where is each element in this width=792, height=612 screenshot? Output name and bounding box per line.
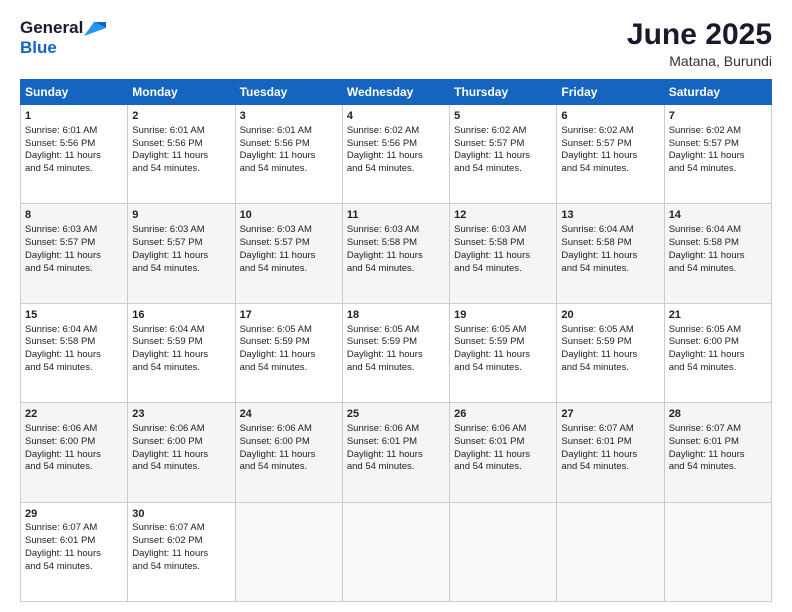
- page: General Blue June 2025 Matana, Burundi S…: [0, 0, 792, 612]
- calendar-cell: 29Sunrise: 6:07 AMSunset: 6:01 PMDayligh…: [21, 502, 128, 601]
- calendar-row-5: 29Sunrise: 6:07 AMSunset: 6:01 PMDayligh…: [21, 502, 772, 601]
- calendar-cell: 22Sunrise: 6:06 AMSunset: 6:00 PMDayligh…: [21, 403, 128, 502]
- calendar-cell: 9Sunrise: 6:03 AMSunset: 5:57 PMDaylight…: [128, 204, 235, 303]
- day-number: 23: [132, 407, 230, 422]
- calendar-row-1: 1Sunrise: 6:01 AMSunset: 5:56 PMDaylight…: [21, 105, 772, 204]
- calendar-cell: 26Sunrise: 6:06 AMSunset: 6:01 PMDayligh…: [450, 403, 557, 502]
- location-subtitle: Matana, Burundi: [627, 53, 772, 69]
- day-number: 11: [347, 208, 445, 223]
- calendar-cell: 7Sunrise: 6:02 AMSunset: 5:57 PMDaylight…: [664, 105, 771, 204]
- day-number: 7: [669, 109, 767, 124]
- title-block: June 2025 Matana, Burundi: [627, 18, 772, 69]
- day-number: 4: [347, 109, 445, 124]
- calendar-cell: 5Sunrise: 6:02 AMSunset: 5:57 PMDaylight…: [450, 105, 557, 204]
- calendar-table: SundayMondayTuesdayWednesdayThursdayFrid…: [20, 79, 772, 602]
- day-number: 27: [561, 407, 659, 422]
- day-number: 9: [132, 208, 230, 223]
- calendar-cell: [557, 502, 664, 601]
- calendar-cell: 14Sunrise: 6:04 AMSunset: 5:58 PMDayligh…: [664, 204, 771, 303]
- weekday-header-monday: Monday: [128, 80, 235, 105]
- calendar-cell: 1Sunrise: 6:01 AMSunset: 5:56 PMDaylight…: [21, 105, 128, 204]
- logo: General Blue: [20, 18, 106, 58]
- day-number: 17: [240, 308, 338, 323]
- header: General Blue June 2025 Matana, Burundi: [20, 18, 772, 69]
- weekday-header-sunday: Sunday: [21, 80, 128, 105]
- day-number: 19: [454, 308, 552, 323]
- day-number: 13: [561, 208, 659, 223]
- calendar-cell: 10Sunrise: 6:03 AMSunset: 5:57 PMDayligh…: [235, 204, 342, 303]
- day-number: 3: [240, 109, 338, 124]
- day-number: 29: [25, 507, 123, 522]
- calendar-cell: [450, 502, 557, 601]
- calendar-cell: 18Sunrise: 6:05 AMSunset: 5:59 PMDayligh…: [342, 303, 449, 402]
- calendar-cell: [235, 502, 342, 601]
- day-number: 18: [347, 308, 445, 323]
- calendar-cell: 23Sunrise: 6:06 AMSunset: 6:00 PMDayligh…: [128, 403, 235, 502]
- calendar-cell: 17Sunrise: 6:05 AMSunset: 5:59 PMDayligh…: [235, 303, 342, 402]
- calendar-cell: 11Sunrise: 6:03 AMSunset: 5:58 PMDayligh…: [342, 204, 449, 303]
- logo-icon: [84, 22, 106, 36]
- day-number: 12: [454, 208, 552, 223]
- calendar-cell: [664, 502, 771, 601]
- month-title: June 2025: [627, 18, 772, 51]
- calendar-cell: 6Sunrise: 6:02 AMSunset: 5:57 PMDaylight…: [557, 105, 664, 204]
- day-number: 24: [240, 407, 338, 422]
- calendar-cell: 21Sunrise: 6:05 AMSunset: 6:00 PMDayligh…: [664, 303, 771, 402]
- day-number: 26: [454, 407, 552, 422]
- calendar-row-3: 15Sunrise: 6:04 AMSunset: 5:58 PMDayligh…: [21, 303, 772, 402]
- calendar-cell: 25Sunrise: 6:06 AMSunset: 6:01 PMDayligh…: [342, 403, 449, 502]
- calendar-cell: 16Sunrise: 6:04 AMSunset: 5:59 PMDayligh…: [128, 303, 235, 402]
- calendar-body: 1Sunrise: 6:01 AMSunset: 5:56 PMDaylight…: [21, 105, 772, 602]
- calendar-row-4: 22Sunrise: 6:06 AMSunset: 6:00 PMDayligh…: [21, 403, 772, 502]
- day-number: 21: [669, 308, 767, 323]
- calendar-cell: 20Sunrise: 6:05 AMSunset: 5:59 PMDayligh…: [557, 303, 664, 402]
- day-number: 6: [561, 109, 659, 124]
- day-number: 14: [669, 208, 767, 223]
- calendar-cell: 12Sunrise: 6:03 AMSunset: 5:58 PMDayligh…: [450, 204, 557, 303]
- weekday-header-row: SundayMondayTuesdayWednesdayThursdayFrid…: [21, 80, 772, 105]
- weekday-header-wednesday: Wednesday: [342, 80, 449, 105]
- day-number: 25: [347, 407, 445, 422]
- calendar-cell: 24Sunrise: 6:06 AMSunset: 6:00 PMDayligh…: [235, 403, 342, 502]
- day-number: 20: [561, 308, 659, 323]
- calendar-cell: 2Sunrise: 6:01 AMSunset: 5:56 PMDaylight…: [128, 105, 235, 204]
- calendar-cell: [342, 502, 449, 601]
- day-number: 16: [132, 308, 230, 323]
- calendar-cell: 8Sunrise: 6:03 AMSunset: 5:57 PMDaylight…: [21, 204, 128, 303]
- logo-text-blue: Blue: [20, 38, 57, 57]
- day-number: 1: [25, 109, 123, 124]
- day-number: 8: [25, 208, 123, 223]
- calendar-cell: 27Sunrise: 6:07 AMSunset: 6:01 PMDayligh…: [557, 403, 664, 502]
- weekday-header-saturday: Saturday: [664, 80, 771, 105]
- calendar-cell: 4Sunrise: 6:02 AMSunset: 5:56 PMDaylight…: [342, 105, 449, 204]
- calendar-cell: 3Sunrise: 6:01 AMSunset: 5:56 PMDaylight…: [235, 105, 342, 204]
- weekday-header-friday: Friday: [557, 80, 664, 105]
- calendar-cell: 19Sunrise: 6:05 AMSunset: 5:59 PMDayligh…: [450, 303, 557, 402]
- day-number: 28: [669, 407, 767, 422]
- logo-text-general: General: [20, 18, 83, 38]
- day-number: 5: [454, 109, 552, 124]
- calendar-cell: 15Sunrise: 6:04 AMSunset: 5:58 PMDayligh…: [21, 303, 128, 402]
- calendar-cell: 28Sunrise: 6:07 AMSunset: 6:01 PMDayligh…: [664, 403, 771, 502]
- weekday-header-tuesday: Tuesday: [235, 80, 342, 105]
- calendar-row-2: 8Sunrise: 6:03 AMSunset: 5:57 PMDaylight…: [21, 204, 772, 303]
- day-number: 30: [132, 507, 230, 522]
- weekday-header-thursday: Thursday: [450, 80, 557, 105]
- calendar-cell: 30Sunrise: 6:07 AMSunset: 6:02 PMDayligh…: [128, 502, 235, 601]
- day-number: 10: [240, 208, 338, 223]
- day-number: 2: [132, 109, 230, 124]
- day-number: 22: [25, 407, 123, 422]
- day-number: 15: [25, 308, 123, 323]
- calendar-cell: 13Sunrise: 6:04 AMSunset: 5:58 PMDayligh…: [557, 204, 664, 303]
